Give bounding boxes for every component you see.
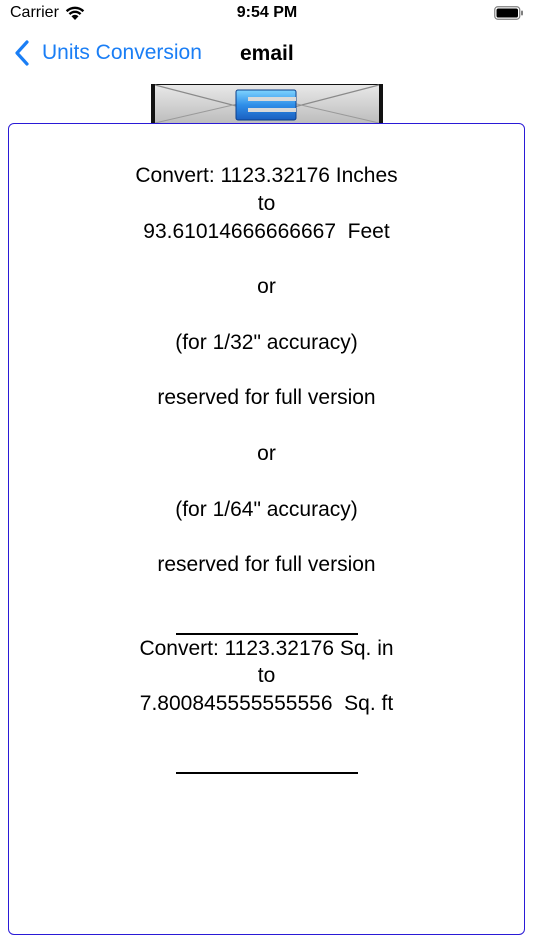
status-time: 9:54 PM [236,4,298,21]
chevron-left-icon [15,40,29,66]
reserved-line: reserved for full version [157,386,376,410]
or-line: or [257,275,276,299]
accuracy-64-line: (for 1/64" accuracy) [175,497,358,521]
email-envelope-icon[interactable] [151,84,383,124]
battery-icon [494,6,523,20]
reserved-line: reserved for full version [157,553,376,577]
navigation-bar: Units Conversion email [0,30,534,80]
sq-feet-result-line: 7.800845555555556 Sq. ft [139,692,394,716]
convert-inches-line: Convert: 1123.32176 Inches [135,164,398,187]
back-button[interactable]: Units Conversion [14,40,202,66]
accuracy-32-line: (for 1/32" accuracy) [175,330,358,354]
divider [175,607,358,635]
or-line: or [257,441,276,465]
divider [175,746,358,774]
conversion-result-text: Convert: 1123.32176 Inches to 93.6101466… [9,162,524,774]
page-title: email [240,42,294,65]
convert-sq-inches-line: Convert: 1123.32176 Sq. in [139,636,394,660]
feet-result-line: 93.61014666666667 Feet [143,219,390,243]
status-bar: Carrier 9:54 PM [0,0,534,30]
back-button-label: Units Conversion [42,41,202,64]
to-line: to [257,191,276,215]
conversion-result-panel: Convert: 1123.32176 Inches to 93.6101466… [8,123,525,935]
to-line: to [257,664,276,688]
